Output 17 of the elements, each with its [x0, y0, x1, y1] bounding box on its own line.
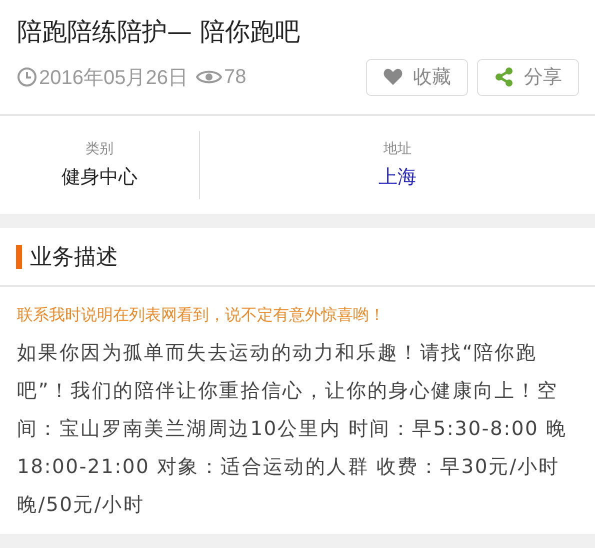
section-title: 业务描述	[30, 244, 118, 272]
description-text: 如果你因为孤单而失去运动的动力和乐趣！请找“陪你跑吧”！我们的陪伴让你重拾信心，让你的身心健康向上！空间：宝山罗南美兰湖周边10公里内 时间：早5:30-8:00 晚18:00-21:00 对象：适合运动的人群 收费：早30元/小时晚/50元/小时	[17, 340, 568, 518]
share-icon	[494, 67, 514, 87]
eye-icon	[196, 68, 222, 86]
heart-icon	[383, 68, 403, 86]
share-button[interactable]: 分享	[477, 58, 579, 96]
field-value: 健身中心	[62, 165, 138, 190]
view-count: 78	[224, 66, 246, 88]
page-title: 陪跑陪练陪护— 陪你跑吧	[17, 16, 301, 48]
notice-text: 联系我时说明在列表网看到，说不定有意外惊喜哟！	[17, 305, 386, 326]
favorite-button[interactable]: 收藏	[366, 58, 468, 96]
post-date: 2016年05月26日	[39, 66, 188, 90]
address-link[interactable]: 上海	[378, 164, 416, 190]
field-label: 地址	[384, 140, 412, 158]
clock-icon	[17, 67, 37, 87]
field-label: 类别	[86, 140, 114, 158]
accent-bar	[16, 244, 22, 268]
